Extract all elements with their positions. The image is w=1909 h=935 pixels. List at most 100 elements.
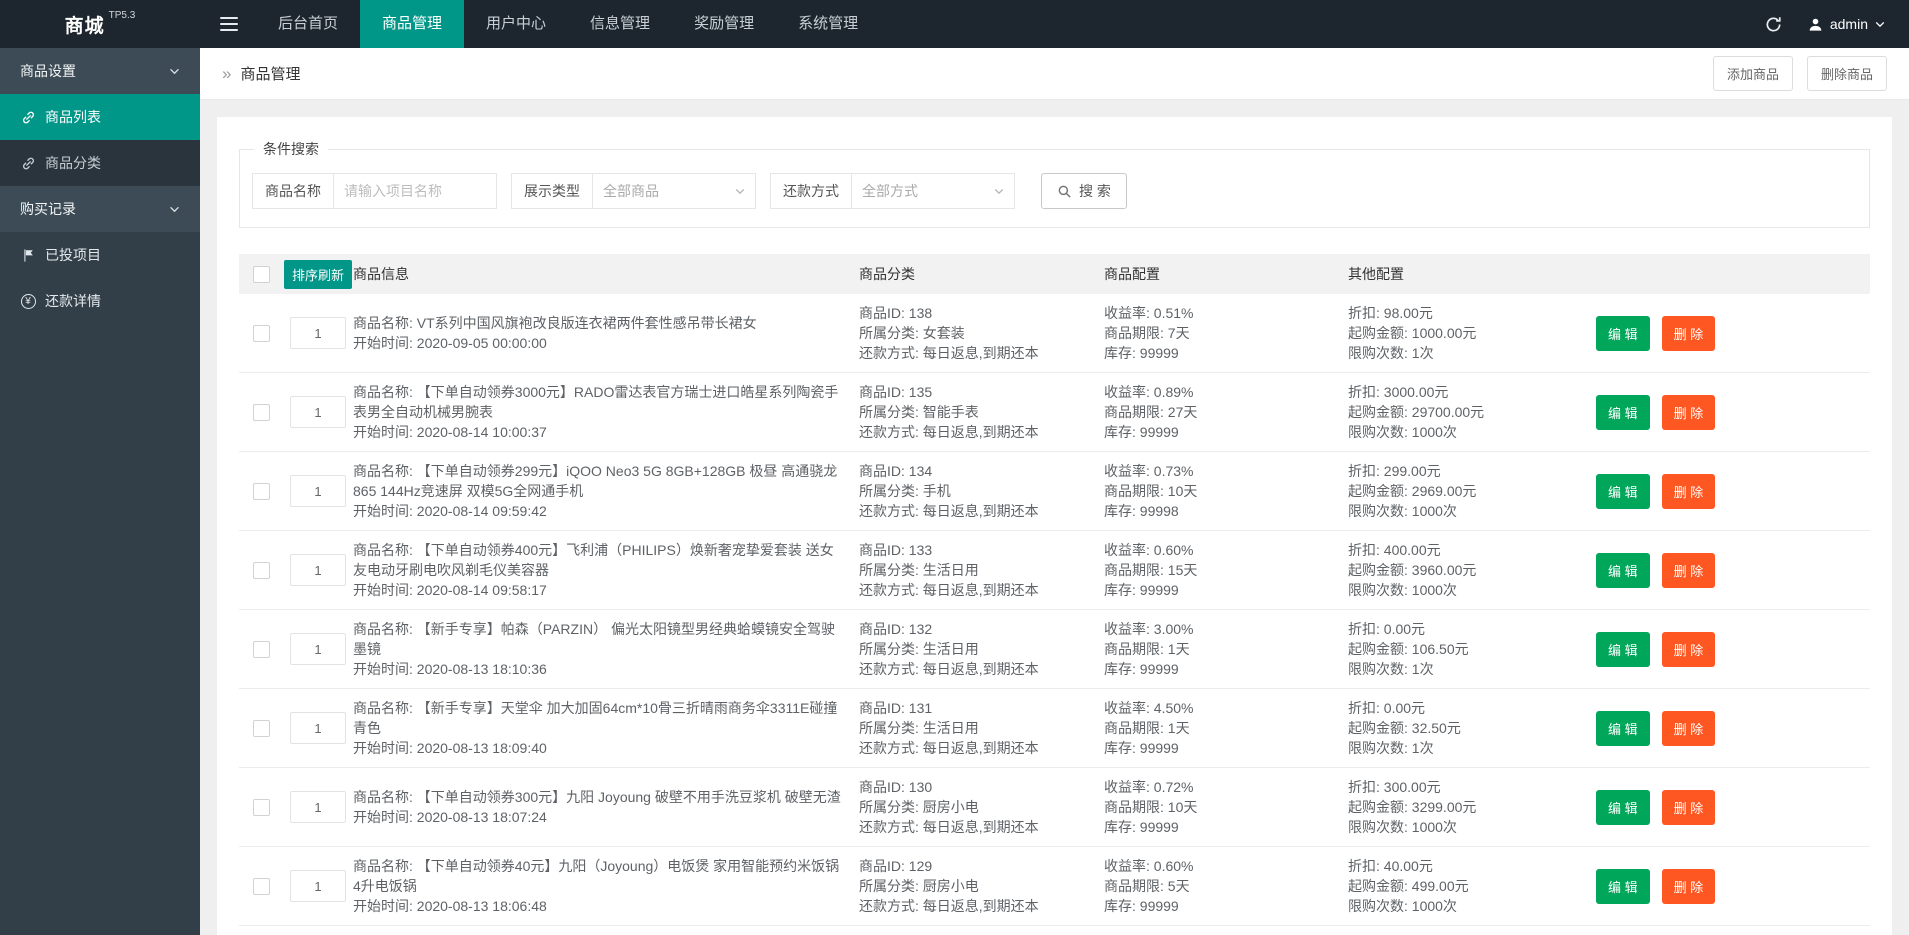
sort-order-input[interactable] [290,554,346,586]
product-rate: 收益率: 0.72% [1104,777,1330,797]
product-discount: 折扣: 300.00元 [1348,777,1570,797]
row-checkbox[interactable] [253,878,270,895]
top-nav: 后台首页商品管理用户中心信息管理奖励管理系统管理 [256,0,880,48]
sort-refresh-button[interactable]: 排序刷新 [284,260,352,289]
product-category: 所属分类: 女套装 [859,323,1086,343]
edit-button[interactable]: 编 辑 [1596,316,1650,351]
select-all-checkbox[interactable] [253,266,270,283]
repay-type-value: 全部方式 [862,181,918,201]
delete-button[interactable]: 删 除 [1662,632,1716,667]
group-chevron-icon [169,68,180,75]
product-rate: 收益率: 3.00% [1104,619,1330,639]
table-row: 商品名称: 【新手专享】帕森（PARZIN） 偏光太阳镜型男经典蛤蟆镜安全驾驶墨… [239,610,1870,689]
link-icon [20,156,36,171]
product-limit-count: 限购次数: 1000次 [1348,422,1570,442]
display-type-select[interactable]: 全部商品 [592,173,756,209]
product-rate: 收益率: 0.60% [1104,540,1330,560]
product-name: 商品名称: 【下单自动领券3000元】RADO雷达表官方瑞士进口皓星系列陶瓷手表… [353,382,841,422]
edit-button[interactable]: 编 辑 [1596,790,1650,825]
product-name: 商品名称: 【下单自动领券400元】飞利浦（PHILIPS）焕新奢宠挚爱套装 送… [353,540,841,580]
delete-button[interactable]: 删 除 [1662,316,1716,351]
user-menu[interactable]: admin [1808,16,1885,32]
sidebar-item-purchase-records[interactable]: 购买记录 [0,186,200,232]
sort-order-input[interactable] [290,317,346,349]
sort-order-input[interactable] [290,633,346,665]
product-name-label: 商品名称 [252,173,334,209]
sidebar-item-label: 已投项目 [45,245,101,265]
sort-order-input[interactable] [290,396,346,428]
sidebar-item-repayment-details[interactable]: ¥还款详情 [0,278,200,324]
product-name-field: 商品名称 [252,173,497,209]
sidebar-item-label: 商品列表 [45,107,101,127]
repay-type-select[interactable]: 全部方式 [851,173,1015,209]
breadcrumb-icon: » [222,64,231,84]
product-discount: 折扣: 40.00元 [1348,856,1570,876]
product-name-input[interactable] [333,173,497,209]
product-stock: 库存: 99999 [1104,422,1330,442]
search-button[interactable]: 搜 索 [1041,173,1127,209]
topnav-item-product[interactable]: 商品管理 [360,0,464,48]
edit-button[interactable]: 编 辑 [1596,474,1650,509]
column-header-product-category: 商品分类 [859,264,1104,284]
sidebar-item-product-list[interactable]: 商品列表 [0,94,200,140]
product-period: 商品期限: 27天 [1104,402,1330,422]
row-checkbox[interactable] [253,325,270,342]
add-product-button[interactable]: 添加商品 [1713,56,1793,91]
product-discount: 折扣: 98.00元 [1348,303,1570,323]
app-logo-version: TP5.3 [109,10,136,21]
sort-order-input[interactable] [290,791,346,823]
row-checkbox[interactable] [253,404,270,421]
row-checkbox[interactable] [253,562,270,579]
delete-button[interactable]: 删 除 [1662,790,1716,825]
sort-order-input[interactable] [290,712,346,744]
product-discount: 折扣: 3000.00元 [1348,382,1570,402]
sort-order-input[interactable] [290,475,346,507]
product-limit-count: 限购次数: 1000次 [1348,817,1570,837]
product-repay-method: 还款方式: 每日返息,到期还本 [859,422,1086,442]
product-start-time: 开始时间: 2020-08-13 18:10:36 [353,659,841,679]
topnav-item-reward[interactable]: 奖励管理 [672,0,776,48]
product-rate: 收益率: 0.73% [1104,461,1330,481]
product-period: 商品期限: 15天 [1104,560,1330,580]
delete-button[interactable]: 删 除 [1662,869,1716,904]
edit-button[interactable]: 编 辑 [1596,711,1650,746]
product-limit-count: 限购次数: 1000次 [1348,580,1570,600]
row-checkbox[interactable] [253,799,270,816]
sidebar-item-product-settings[interactable]: 商品设置 [0,48,200,94]
topnav-item-user[interactable]: 用户中心 [464,0,568,48]
topnav-item-system[interactable]: 系统管理 [776,0,880,48]
app-logo-text: 商城 [65,11,105,38]
content-card: 条件搜索 商品名称 展示类型 全部商品 还款方式 全部方式 [217,117,1892,935]
delete-button[interactable]: 删 除 [1662,395,1716,430]
topnav-item-info[interactable]: 信息管理 [568,0,672,48]
row-checkbox[interactable] [253,641,270,658]
edit-button[interactable]: 编 辑 [1596,632,1650,667]
sort-order-input[interactable] [290,870,346,902]
product-id: 商品ID: 134 [859,461,1086,481]
delete-button[interactable]: 删 除 [1662,474,1716,509]
sidebar-item-label: 商品设置 [20,61,76,81]
topnav-item-home[interactable]: 后台首页 [256,0,360,48]
delete-button[interactable]: 删 除 [1662,711,1716,746]
sidebar-item-invested-projects[interactable]: 已投项目 [0,232,200,278]
product-min-amount: 起购金额: 1000.00元 [1348,323,1570,343]
product-period: 商品期限: 10天 [1104,481,1330,501]
product-rate: 收益率: 0.51% [1104,303,1330,323]
refresh-icon[interactable] [1765,16,1782,33]
sidebar-item-product-category[interactable]: 商品分类 [0,140,200,186]
row-checkbox[interactable] [253,720,270,737]
display-type-label: 展示类型 [511,173,593,209]
app-logo[interactable]: 商城 TP5.3 [0,0,200,48]
table-row: 商品名称: 【下单自动领券3000元】RADO雷达表官方瑞士进口皓星系列陶瓷手表… [239,373,1870,452]
product-repay-method: 还款方式: 每日返息,到期还本 [859,501,1086,521]
product-id: 商品ID: 138 [859,303,1086,323]
delete-button[interactable]: 删 除 [1662,553,1716,588]
row-checkbox[interactable] [253,483,270,500]
delete-product-button[interactable]: 删除商品 [1807,56,1887,91]
edit-button[interactable]: 编 辑 [1596,395,1650,430]
product-min-amount: 起购金额: 29700.00元 [1348,402,1570,422]
edit-button[interactable]: 编 辑 [1596,553,1650,588]
edit-button[interactable]: 编 辑 [1596,869,1650,904]
menu-toggle-icon[interactable] [220,0,238,48]
table-row: 商品名称: 【下单自动领券120元】苏泊尔(SUPOR)破壁机 榨汁机豆浆机果汁… [239,926,1870,935]
